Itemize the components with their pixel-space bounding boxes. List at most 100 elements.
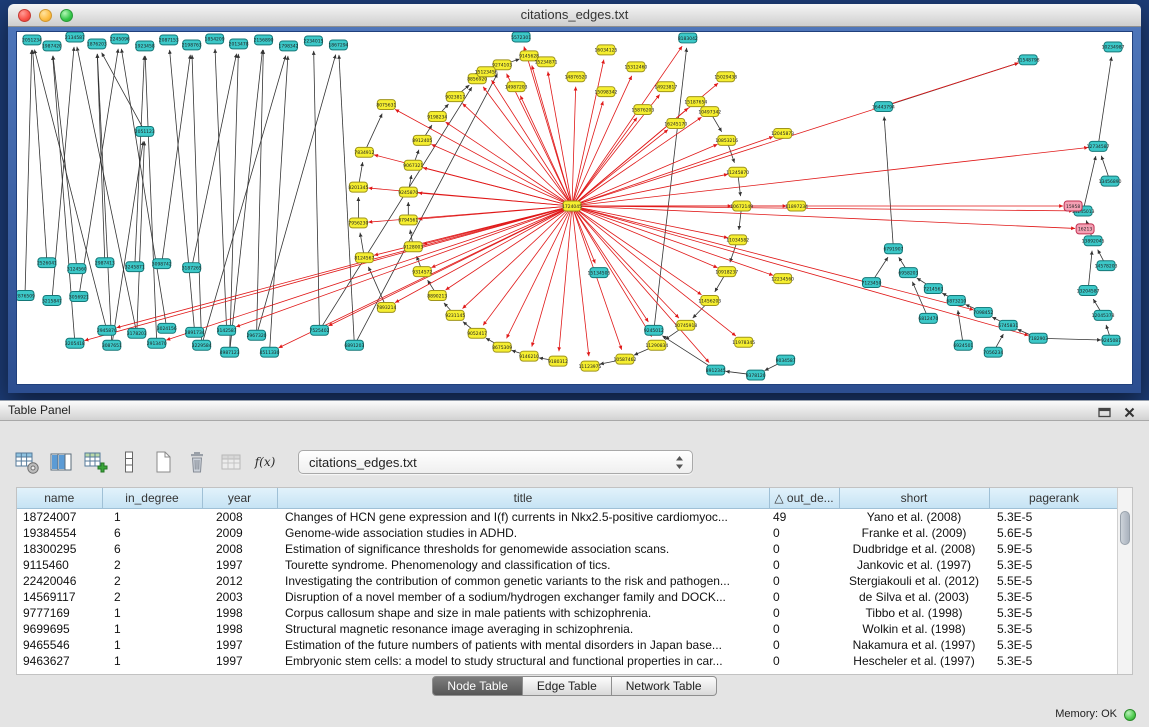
table-row[interactable]: 1872400712008Changes of HCN gene express… (17, 508, 1119, 525)
red-edge[interactable] (483, 87, 572, 206)
graph-node[interactable]: 3205418 (65, 338, 85, 348)
graph-node[interactable]: 2156890 (254, 35, 274, 45)
graph-node[interactable]: 15312460 (624, 62, 647, 72)
graph-node[interactable]: 2234015 (303, 36, 323, 46)
red-edge[interactable] (446, 122, 572, 206)
graph-node[interactable]: 3024156 (157, 323, 177, 333)
graph-node[interactable]: 9198234 (427, 112, 447, 122)
red-edge[interactable] (524, 46, 572, 206)
graph-node[interactable]: 9023817 (445, 92, 465, 102)
graph-node[interactable]: 12234560 (771, 274, 794, 284)
graph-node[interactable]: 12045873 (771, 128, 794, 138)
graph-node[interactable]: 3215847 (42, 296, 62, 306)
graph-node[interactable]: 16034125 (595, 45, 618, 55)
table-row[interactable]: 946362711997Embryonic stem cells: a mode… (17, 653, 1119, 669)
graph-node[interactable]: 11245870 (726, 167, 749, 177)
add-column-button[interactable] (82, 449, 108, 475)
minimize-window-icon[interactable] (39, 9, 52, 22)
graph-node[interactable]: 9231145 (445, 310, 465, 320)
red-edge[interactable] (395, 206, 572, 303)
table-mode-button[interactable] (14, 449, 40, 475)
black-edge[interactable] (1083, 156, 1096, 211)
graph-node[interactable]: 7956230 (348, 218, 368, 228)
graph-node[interactable]: 9145628 (519, 51, 539, 61)
table-row[interactable]: 1830029562008Estimation of significance … (17, 541, 1119, 557)
graph-node[interactable]: 15134505 (588, 268, 611, 278)
black-edge[interactable] (354, 74, 497, 346)
new-document-button[interactable] (150, 449, 176, 475)
delete-column-button[interactable] (184, 449, 210, 475)
graph-node[interactable]: 7893214 (376, 302, 396, 312)
column-header-0[interactable]: name (17, 488, 102, 508)
graph-node[interactable]: 15187654 (684, 97, 707, 107)
graph-node[interactable]: 12734587 (1087, 141, 1110, 151)
graph-node[interactable]: 14578203 (1095, 261, 1118, 271)
graph-node[interactable]: 3098742 (152, 259, 172, 269)
graph-node[interactable]: 11897234 (785, 201, 808, 211)
black-edge[interactable] (1088, 251, 1092, 291)
graph-node[interactable]: 4987123 (220, 347, 240, 357)
graph-node[interactable]: 7834912 (354, 147, 374, 157)
function-builder-button[interactable]: f(x) (252, 449, 278, 475)
tab-node-table[interactable]: Node Table (432, 676, 523, 696)
graph-node[interactable]: 3087651 (102, 340, 122, 350)
red-edge[interactable] (572, 101, 603, 206)
red-edge[interactable] (572, 147, 1088, 206)
graph-node[interactable]: 1987420 (42, 41, 62, 51)
graph-node[interactable]: 3142587 (217, 325, 237, 335)
close-window-icon[interactable] (18, 9, 31, 22)
graph-node[interactable]: 8183042 (678, 33, 698, 43)
black-edge[interactable] (270, 56, 288, 352)
black-edge[interactable] (192, 55, 202, 345)
graph-node[interactable]: 4511330 (260, 347, 280, 357)
black-edge[interactable] (53, 56, 77, 269)
graph-node[interactable]: 6924501 (953, 340, 973, 350)
graph-node[interactable]: 8201345 (348, 182, 368, 192)
graph-node[interactable]: 6812470 (918, 313, 938, 323)
graph-node[interactable]: 15876203 (631, 105, 654, 115)
graph-node[interactable]: 8912345 (706, 365, 726, 375)
graph-node[interactable]: 14923817 (654, 82, 677, 92)
red-edge[interactable] (395, 109, 572, 206)
graph-node[interactable]: 7525402 (309, 325, 329, 335)
float-panel-icon[interactable] (1098, 405, 1111, 423)
graph-node[interactable]: 2876509 (17, 291, 35, 301)
graph-node[interactable]: 9378120 (746, 370, 766, 380)
graph-node[interactable]: 7123450 (861, 278, 881, 288)
graph-node[interactable]: 2913470 (147, 338, 167, 348)
graph-node[interactable]: 11034582 (726, 235, 749, 245)
graph-node[interactable]: 2526041 (37, 258, 57, 268)
graph-node[interactable]: 8794561 (398, 215, 418, 225)
graph-node[interactable]: 9245870 (398, 187, 418, 197)
black-edge[interactable] (102, 53, 145, 132)
red-edge[interactable] (492, 80, 572, 206)
graph-node[interactable]: 3178203 (127, 328, 147, 338)
graph-node[interactable]: 11123975 (579, 361, 602, 371)
graph-node[interactable]: 9128003 (403, 242, 423, 252)
table-source-select[interactable]: citations_edges.txt (298, 450, 693, 474)
graph-node[interactable]: 8675309 (492, 342, 512, 352)
graph-node[interactable]: 6745831 (998, 320, 1018, 330)
close-panel-icon[interactable] (1124, 405, 1135, 423)
table-row[interactable]: 2242004622012Investigating the contribut… (17, 573, 1119, 589)
graph-node[interactable]: 15098342 (595, 87, 618, 97)
graph-node[interactable]: 8890213 (427, 291, 447, 301)
red-edge[interactable] (507, 74, 572, 206)
graph-node[interactable]: 8075631 (376, 100, 396, 110)
graph-node[interactable]: 2245096 (110, 34, 130, 44)
table-scrollbar-thumb[interactable] (1120, 511, 1130, 545)
red-edge[interactable] (483, 206, 572, 325)
black-edge[interactable] (137, 141, 145, 333)
black-edge[interactable] (97, 54, 105, 263)
black-edge[interactable] (230, 54, 239, 352)
red-edge[interactable] (572, 206, 718, 268)
column-header-5[interactable]: short (839, 488, 989, 508)
column-header-1[interactable]: in_degree (102, 488, 202, 508)
graph-node[interactable]: 9052417 (467, 328, 487, 338)
graph-node[interactable]: 3124560 (67, 264, 87, 274)
graph-node[interactable]: 11290834 (645, 340, 668, 350)
graph-node[interactable]: 10497342 (698, 107, 721, 117)
black-edge[interactable] (215, 49, 227, 330)
black-edge[interactable] (1098, 57, 1111, 147)
graph-node[interactable]: 8912405 (412, 135, 432, 145)
